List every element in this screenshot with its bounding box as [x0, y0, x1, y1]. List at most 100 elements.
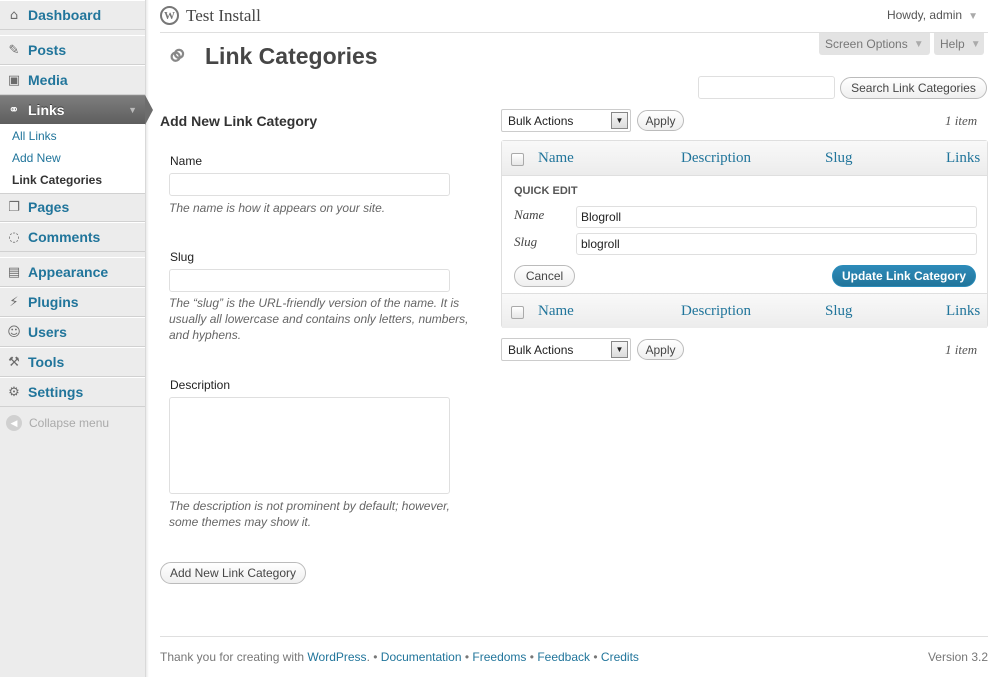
update-link-category-button[interactable]: Update Link Category	[832, 265, 976, 287]
howdy-text: Howdy, admin	[886, 8, 963, 22]
footer-thanks-text: Thank you for creating with	[160, 650, 305, 664]
sidebar-item-links[interactable]: ⚭ Links ▼	[0, 95, 145, 125]
search-link-categories-button[interactable]: Search Link Categories	[840, 77, 987, 99]
submenu-link-categories[interactable]: Link Categories	[12, 173, 102, 187]
bulk-actions-value: Bulk Actions	[508, 113, 574, 128]
name-field[interactable]	[169, 173, 450, 196]
chevron-down-icon: ▼	[913, 38, 924, 50]
sidebar-item-label: Comments	[28, 229, 101, 245]
sidebar-item-label: Links	[28, 102, 65, 118]
column-header-links[interactable]: Links	[946, 150, 980, 167]
column-footer-description[interactable]: Description	[681, 303, 751, 320]
sidebar-item-tools[interactable]: ⚒ Tools	[0, 347, 145, 377]
apply-button-top[interactable]: Apply	[637, 110, 684, 131]
name-hint: The name is how it appears on your site.	[169, 201, 386, 215]
sidebar-item-media[interactable]: ▣ Media	[0, 65, 145, 95]
link-icon: ⚭	[8, 102, 20, 118]
pushpin-icon: ✎	[8, 42, 20, 58]
submenu-add-new[interactable]: Add New	[12, 151, 61, 165]
slug-hint: The “slug” is the URL-friendly version o…	[169, 296, 469, 342]
select-all-checkbox-bottom[interactable]	[511, 306, 524, 319]
site-name-link[interactable]: Test Install	[186, 6, 261, 26]
chevron-down-icon: ▼	[970, 38, 981, 50]
submenu-all-links[interactable]: All Links	[12, 129, 57, 143]
footer-separator: •	[593, 650, 598, 664]
footer-separator: •	[464, 650, 470, 664]
sidebar-item-posts[interactable]: ✎ Posts	[0, 35, 145, 65]
sidebar-item-label: Plugins	[28, 294, 79, 310]
quick-edit-slug-label: Slug	[514, 234, 538, 249]
collapse-menu-button[interactable]: ◀ Collapse menu	[6, 415, 109, 431]
sidebar-item-dashboard[interactable]: ⌂ Dashboard	[0, 0, 145, 30]
column-header-name[interactable]: Name	[538, 150, 574, 167]
quick-edit-slug-input[interactable]: blogroll	[576, 233, 977, 255]
add-new-link-category-button[interactable]: Add New Link Category	[160, 562, 306, 584]
media-icon: ▣	[7, 72, 21, 88]
bulk-actions-select-bottom[interactable]: Bulk Actions ▼	[501, 338, 631, 361]
description-field[interactable]	[169, 397, 450, 494]
chevron-down-icon: ▼	[968, 11, 978, 22]
footer-separator: •	[529, 650, 534, 664]
admin-sidebar: ⌂ Dashboard ✎ Posts ▣ Media ⚭ Links ▼ Al…	[0, 0, 149, 677]
apply-button-bottom[interactable]: Apply	[637, 339, 684, 360]
footer-link-credits[interactable]: Credits	[601, 650, 639, 664]
item-count-bottom: 1 item	[945, 342, 978, 357]
sidebar-item-settings[interactable]: ⚙ Settings	[0, 377, 145, 407]
links-submenu: All Links Add New Link Categories	[0, 124, 145, 194]
slug-field[interactable]	[169, 269, 450, 292]
link-categories-table: Name Description Slug Links QUICK EDIT N…	[501, 140, 988, 328]
search-input[interactable]	[698, 76, 835, 99]
column-footer-name[interactable]: Name	[538, 303, 574, 320]
sidebar-item-comments[interactable]: ◌ Comments	[0, 222, 145, 252]
sidebar-item-plugins[interactable]: ⚡ Plugins	[0, 287, 145, 317]
footer-link-documentation[interactable]: Documentation	[381, 650, 462, 664]
footer-separator: •	[373, 650, 378, 664]
bulk-actions-select-top[interactable]: Bulk Actions ▼	[501, 109, 631, 132]
footer-link-feedback[interactable]: Feedback	[537, 650, 590, 664]
description-label: Description	[170, 378, 231, 392]
select-all-checkbox[interactable]	[511, 153, 524, 166]
bulk-actions-value: Bulk Actions	[508, 342, 574, 357]
table-footer: Name Description Slug Links	[502, 293, 987, 328]
sidebar-item-users[interactable]: ☺ Users	[0, 317, 145, 347]
link-categories-icon: ⚭	[157, 34, 199, 78]
wordpress-logo-icon: W	[160, 6, 179, 25]
dropdown-arrow-icon: ▼	[611, 112, 628, 129]
user-menu[interactable]: Howdy, admin ▼	[887, 8, 978, 22]
footer-link-freedoms[interactable]: Freedoms	[472, 650, 526, 664]
help-label: Help	[940, 37, 965, 51]
footer-link-wordpress[interactable]: WordPress	[307, 650, 366, 664]
sidebar-item-pages[interactable]: ❐ Pages	[0, 192, 145, 222]
help-button[interactable]: Help ▼	[934, 33, 984, 55]
column-footer-slug[interactable]: Slug	[825, 303, 853, 320]
dashboard-icon: ⌂	[9, 7, 19, 23]
description-hint: The description is not prominent by defa…	[169, 499, 450, 529]
sidebar-item-label: Pages	[28, 199, 70, 215]
sidebar-item-label: Dashboard	[28, 7, 102, 23]
slug-label: Slug	[170, 250, 195, 264]
sidebar-item-appearance[interactable]: ▤ Appearance	[0, 257, 145, 287]
column-footer-links[interactable]: Links	[946, 303, 980, 320]
name-label: Name	[170, 154, 203, 168]
comment-icon: ◌	[8, 229, 20, 245]
dropdown-arrow-icon: ▼	[611, 341, 628, 358]
sidebar-item-label: Media	[28, 72, 68, 88]
footer-version: Version 3.2	[927, 650, 988, 664]
sidebar-item-label: Posts	[28, 42, 67, 58]
footer-credits: Thank you for creating with WordPress. •…	[160, 650, 639, 664]
screen-options-label: Screen Options	[825, 37, 908, 51]
sidebar-item-label: Users	[28, 324, 67, 340]
menu-toggle-icon[interactable]: ▼	[128, 105, 137, 115]
column-header-description[interactable]: Description	[681, 150, 751, 167]
admin-header: W Test Install Howdy, admin ▼	[160, 0, 988, 33]
column-header-slug[interactable]: Slug	[825, 150, 853, 167]
collapse-arrow-icon: ◀	[6, 415, 22, 431]
cancel-button[interactable]: Cancel	[514, 265, 575, 287]
collapse-menu-label: Collapse menu	[29, 416, 110, 430]
users-icon: ☺	[7, 324, 21, 340]
add-category-heading: Add New Link Category	[160, 113, 318, 129]
sidebar-item-label: Settings	[28, 384, 84, 400]
page-title: Link Categories	[205, 43, 378, 69]
screen-options-button[interactable]: Screen Options ▼	[819, 33, 930, 55]
quick-edit-name-input[interactable]: Blogroll	[576, 206, 977, 228]
